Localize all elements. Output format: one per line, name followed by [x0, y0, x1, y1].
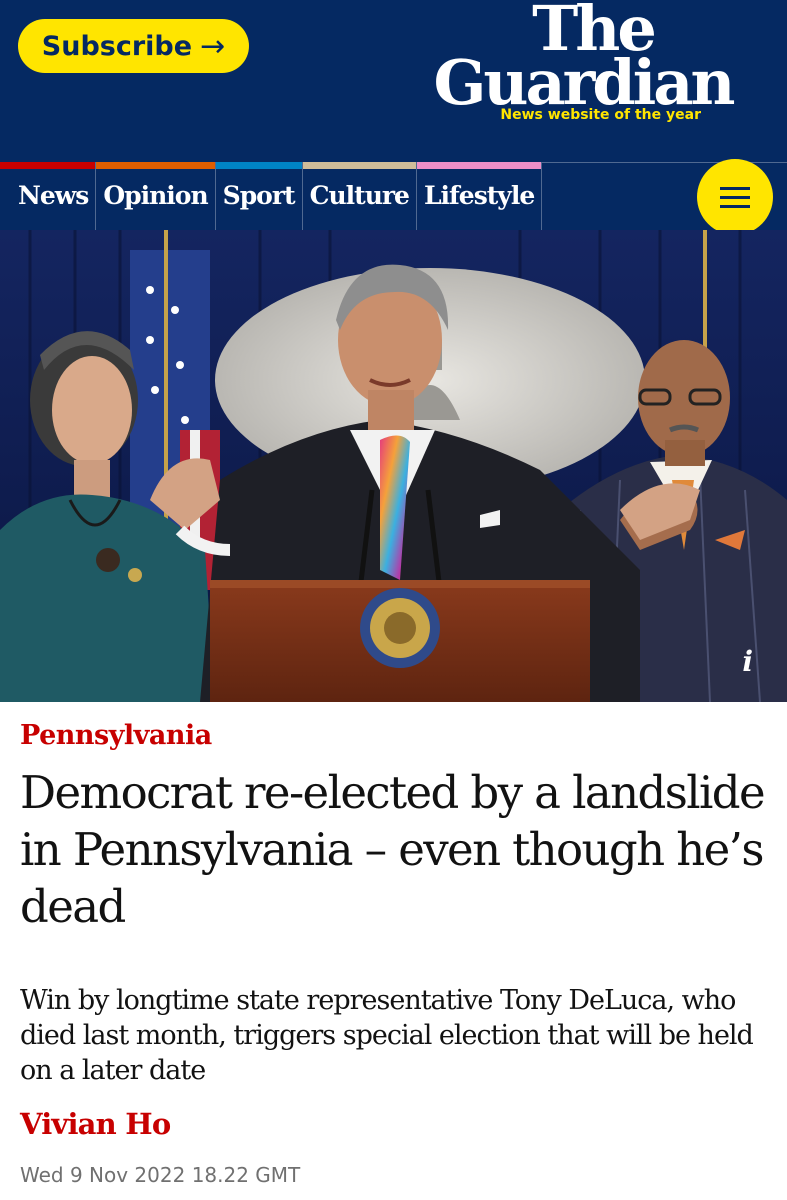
nav-item-label: Opinion	[103, 181, 208, 210]
nav-item-label: Culture	[309, 181, 410, 210]
logo-word-guardian: Guardian	[433, 46, 735, 119]
nav-color-bar	[416, 162, 542, 169]
author-byline[interactable]: Vivian Ho	[20, 1107, 171, 1141]
nav-item-label: Lifestyle	[423, 181, 535, 210]
section-kicker[interactable]: Pennsylvania	[20, 720, 212, 751]
article-standfirst: Win by longtime state representative Ton…	[20, 985, 754, 1086]
publish-date: Wed 9 Nov 2022 18.22 GMT	[20, 1163, 301, 1187]
arrow-right-icon: →	[200, 28, 226, 64]
nav-item-news[interactable]: News	[0, 162, 97, 230]
nav-item-sport[interactable]: Sport	[215, 162, 303, 230]
pillar-nav: News Opinion Sport Culture Lifestyle	[0, 162, 543, 230]
nav-color-bar	[215, 162, 302, 169]
nav-item-label: News	[18, 181, 89, 210]
article-main-image: i	[0, 230, 787, 702]
guardian-logo[interactable]: The Guardian News website of the year	[423, 0, 743, 123]
nav-color-bar	[302, 162, 416, 169]
logo-tagline: News website of the year	[500, 107, 701, 123]
nav-color-bar	[96, 162, 215, 169]
info-icon[interactable]: i	[742, 645, 753, 678]
article-headline: Democrat re-elected by a landslide in Pe…	[20, 766, 766, 933]
menu-button[interactable]	[697, 159, 773, 235]
press-conference-photo	[0, 230, 787, 702]
site-header: Subscribe → The Guardian News website of…	[0, 0, 787, 235]
subscribe-label: Subscribe	[41, 30, 193, 62]
nav-item-label: Sport	[222, 181, 296, 210]
subscribe-button[interactable]: Subscribe →	[18, 19, 249, 73]
nav-item-lifestyle[interactable]: Lifestyle	[416, 162, 543, 230]
nav-item-culture[interactable]: Culture	[302, 162, 417, 230]
nav-color-bar	[0, 162, 96, 169]
nav-item-opinion[interactable]: Opinion	[96, 162, 216, 230]
